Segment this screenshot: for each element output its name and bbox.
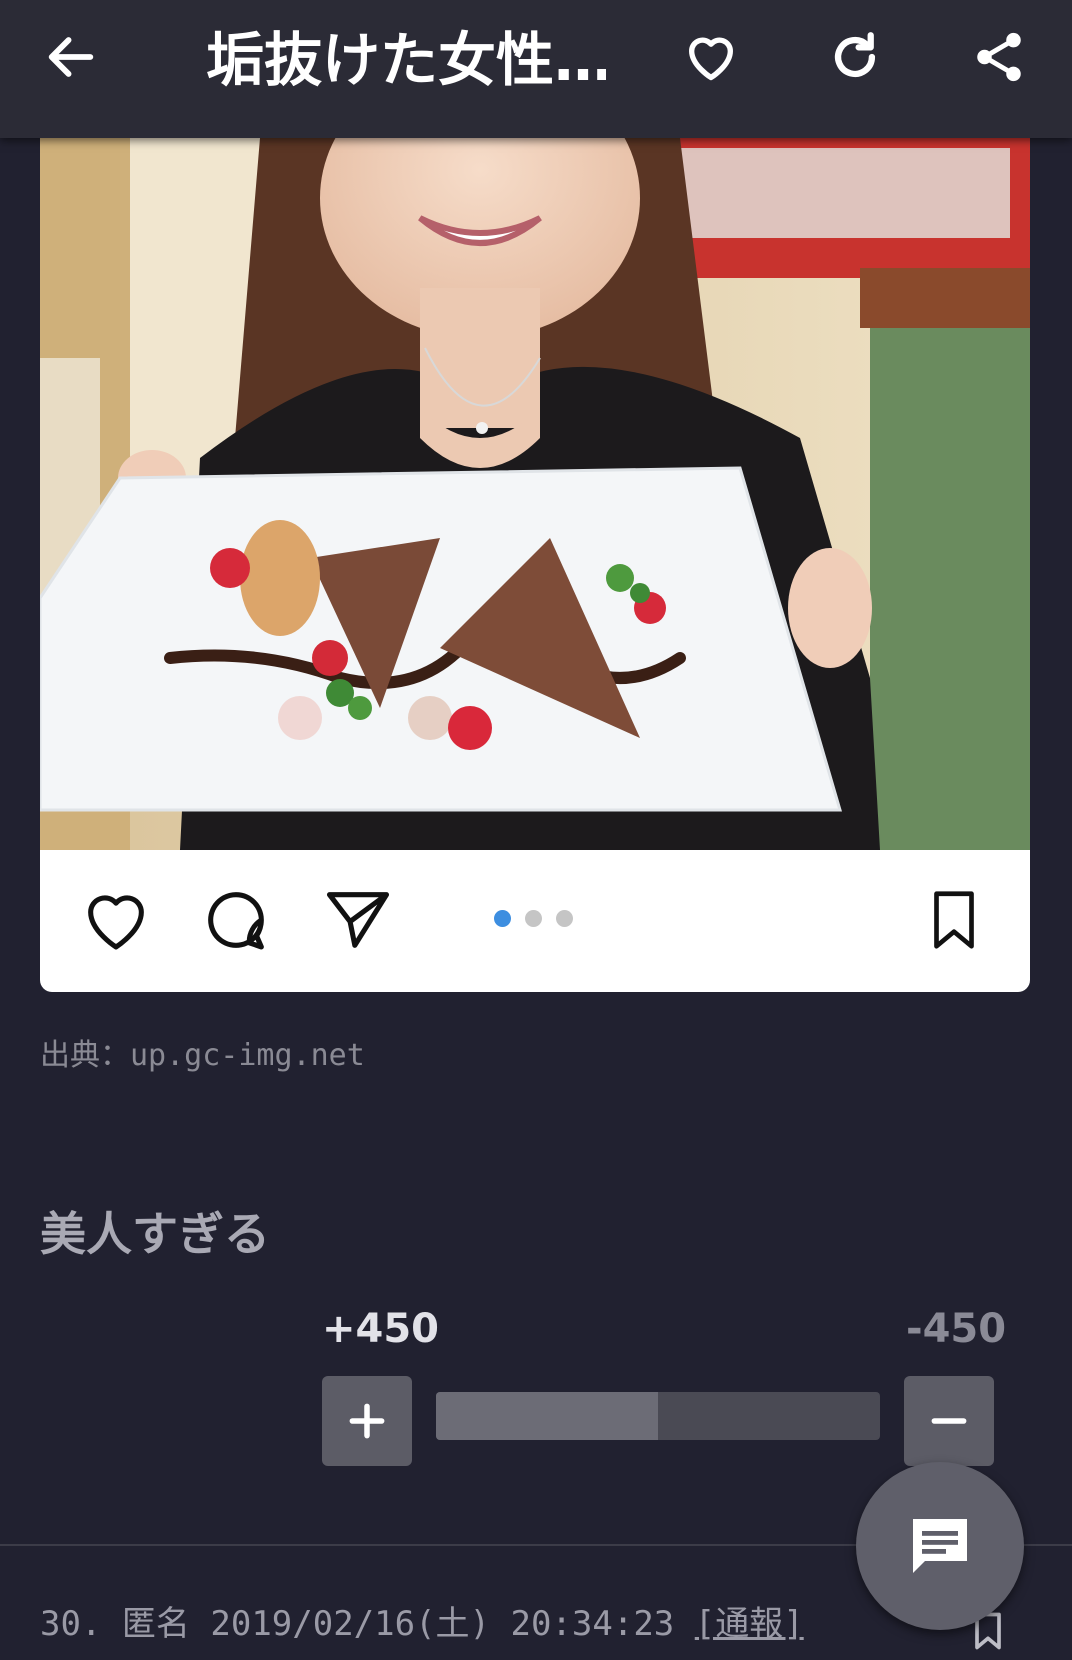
heart-icon (88, 895, 144, 950)
image-source: 出典：up.gc-img.net (40, 1038, 365, 1073)
plus-icon (349, 1403, 385, 1439)
refresh-button[interactable] (820, 22, 890, 92)
heart-icon (689, 37, 733, 81)
report-link[interactable]: [通報] (695, 1604, 804, 1644)
refresh-icon (834, 32, 876, 78)
post-card (40, 138, 1030, 992)
send-button[interactable] (318, 880, 398, 960)
write-comment-button[interactable] (856, 1462, 1024, 1630)
comment-button[interactable] (196, 880, 276, 960)
comment-author: 匿名 (121, 1604, 190, 1644)
carousel-dot (525, 910, 542, 927)
carousel-indicator (494, 910, 573, 927)
vote-ratio-bar (436, 1392, 880, 1440)
save-button[interactable] (914, 880, 994, 960)
bookmark-icon (934, 891, 974, 949)
carousel-dot-active (494, 910, 511, 927)
comment-meta: 30. 匿名 2019/02/16(土) 20:34:23 [通報] (40, 1596, 804, 1645)
comment-text: 美人すぎる (40, 1207, 270, 1261)
comment-number: 30. (40, 1604, 102, 1644)
post-actions (40, 850, 1030, 992)
page-title: 垢抜けた女性… (206, 26, 606, 94)
comment-icon (208, 892, 264, 950)
app-header: 垢抜けた女性… (0, 0, 1072, 138)
share-button[interactable] (964, 22, 1034, 92)
comment-icon (913, 1519, 967, 1573)
back-button[interactable] (36, 22, 106, 92)
vote-ratio-fill (436, 1392, 658, 1440)
like-button[interactable] (76, 880, 156, 960)
minus-vote-button[interactable] (904, 1376, 994, 1466)
send-icon (326, 892, 390, 948)
minus-icon (931, 1418, 967, 1424)
plus-count: +450 (322, 1306, 440, 1352)
plus-vote-button[interactable] (322, 1376, 412, 1466)
comment-datetime: 2019/02/16(土) 20:34:23 (210, 1604, 675, 1644)
woman-with-cake-photo (40, 138, 1030, 850)
carousel-dot (556, 910, 573, 927)
share-icon (977, 32, 1021, 82)
post-photo[interactable] (40, 138, 1030, 850)
minus-count: -450 (906, 1306, 1007, 1352)
favorite-button[interactable] (676, 22, 746, 92)
arrow-left-icon (48, 37, 94, 77)
